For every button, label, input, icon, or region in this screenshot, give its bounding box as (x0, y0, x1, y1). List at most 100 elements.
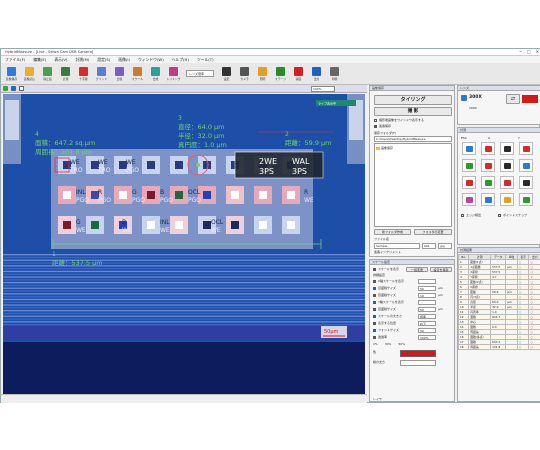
tb1-button-9[interactable]: トリミング (165, 64, 182, 84)
menu-window[interactable]: ウィンドウ(W) (138, 57, 164, 63)
minimize-button[interactable]: ─ (519, 49, 521, 54)
tb2-button-4[interactable]: 録画 (290, 64, 307, 84)
menu-file[interactable]: ファイル(F) (5, 57, 25, 63)
scale-row-value-6[interactable]: 右下 (418, 321, 436, 326)
menu-help[interactable]: ヘルプ(H) (172, 57, 189, 63)
tiling-button[interactable]: タイリング (374, 95, 452, 105)
show-scale-checkbox[interactable] (373, 268, 376, 271)
filename-field[interactable]: Sample (374, 243, 420, 249)
distance-tool-icon[interactable] (481, 142, 495, 155)
tb1-button-2[interactable]: 静止画 (39, 64, 56, 84)
lens-switch-button[interactable]: ⇄ (506, 94, 520, 104)
tab-x[interactable]: X (488, 136, 490, 140)
number-field[interactable]: 001 (422, 243, 436, 249)
tb2-button-1[interactable]: カメラ (236, 64, 253, 84)
extension-select[interactable]: jpg (438, 243, 452, 249)
angle-tool-icon[interactable] (500, 142, 514, 155)
line-tool-icon[interactable] (462, 142, 476, 155)
arc-tool-icon[interactable] (462, 176, 476, 189)
tb1-button-1[interactable]: 画像読込 (21, 64, 38, 84)
scale-row-value-0[interactable] (418, 279, 436, 284)
scale-row-value-7[interactable]: 50 (418, 328, 436, 333)
menu-edit[interactable]: 編集(E) (33, 57, 46, 63)
tab-y[interactable]: Y (518, 136, 520, 140)
tb2-button-6[interactable]: 印刷 (326, 64, 343, 84)
tb1-label-8: 合成 (152, 76, 159, 81)
scale-row-checkbox-6[interactable] (373, 322, 376, 325)
capture-button[interactable]: 撮 影 (374, 107, 452, 116)
tb2-button-3[interactable]: ステージ (272, 64, 289, 84)
tb1-button-4[interactable]: 十字線 (75, 64, 92, 84)
counter-tool-icon[interactable] (462, 193, 476, 206)
menu-settings[interactable]: 設定(S) (97, 57, 110, 63)
folder-path-field[interactable]: C:\Users\Desktop\HybridMeasure (374, 136, 452, 142)
tab-esc[interactable]: ESC (461, 136, 467, 140)
circle-tool-icon[interactable] (519, 142, 533, 155)
show-after-capture-checkbox[interactable] (374, 119, 377, 122)
new-folder-button[interactable]: 新フォルダ作成 (374, 229, 411, 235)
maximize-button[interactable]: □ (527, 49, 531, 54)
marker-tool-icon[interactable] (500, 193, 514, 206)
ruler-tool-icon[interactable] (519, 176, 533, 189)
scale-row-value-8[interactable]: 100% (418, 335, 436, 340)
thickness-field[interactable] (400, 360, 436, 366)
tb1-button-7[interactable]: スケール (129, 64, 146, 84)
edge-detect-checkbox[interactable] (461, 214, 464, 217)
point-snap-checkbox[interactable] (498, 214, 501, 217)
polygon-tool-icon[interactable] (481, 159, 495, 172)
scale-row-value-3[interactable] (418, 300, 436, 305)
folder-tree-item[interactable]: 画像保存 (381, 146, 393, 150)
table-row[interactable]: 18 周囲長 101.8 ○ ○ (458, 344, 540, 350)
scale-row-checkbox-5[interactable] (373, 315, 376, 318)
tb2-button-5[interactable]: 出力 (308, 64, 325, 84)
save-settings-button[interactable]: 設定を保存 (430, 267, 452, 272)
scale-row-value-5[interactable]: 標準 (418, 314, 436, 319)
folder-tree[interactable]: 画像保存 (374, 143, 452, 227)
image-toolbar: 100% (1, 85, 367, 93)
snapshot-icon[interactable] (19, 86, 24, 91)
tb1-button-5[interactable]: グリッド (93, 64, 110, 84)
point-tool-icon[interactable] (519, 159, 533, 172)
tb1-button-8[interactable]: 合成 (147, 64, 164, 84)
scale-row-checkbox-0[interactable] (373, 280, 376, 283)
menu-tools[interactable]: ツール(T) (197, 57, 214, 63)
play-icon[interactable] (3, 86, 8, 91)
tb2-button-0[interactable]: 設定 (218, 64, 235, 84)
tb1-button-3[interactable]: 計測 (57, 64, 74, 84)
scale-row-checkbox-4[interactable] (373, 308, 376, 311)
menu-measure[interactable]: 計測(M) (75, 57, 89, 63)
lens-select[interactable]: レンズ倍率 (186, 70, 214, 77)
scale-row-checkbox-1[interactable] (373, 287, 376, 290)
scale-color-swatch[interactable] (400, 350, 436, 357)
scale-row-checkbox-7[interactable] (373, 329, 376, 332)
scale-row-value-2[interactable]: 10 (418, 293, 436, 298)
scale-row-value-4[interactable]: 50 (418, 307, 436, 312)
batch-change-button[interactable]: 一括変更 (406, 267, 428, 272)
arrow-tool-icon[interactable] (500, 176, 514, 189)
results-table[interactable]: No. 計測 データ 単位 表示 出力 1 距離(1点) ○ ○ 2 1点面積 537.5 μm ○ ○ 3 X… (458, 254, 540, 350)
scale-row-checkbox-2[interactable] (373, 294, 376, 297)
auto-number-checkbox[interactable] (374, 125, 377, 128)
change-folder-button[interactable]: フォルダの変更 (414, 229, 452, 235)
zoom-combo[interactable]: 100% (311, 86, 335, 92)
radio-3[interactable]: 50% (398, 342, 405, 346)
scale-row-checkbox-8[interactable] (373, 336, 376, 339)
close-button[interactable]: ✕ (536, 49, 539, 54)
pen-tool-icon[interactable] (481, 193, 495, 206)
camera-image-view[interactable]: WE TRO WE TRO WE PGO INL PGO R PGO G PGO B PGO OCL PGO R… (3, 94, 365, 394)
radio-1[interactable]: 1% (373, 342, 378, 346)
tb1-button-6[interactable]: 比較 (111, 64, 128, 84)
text-tool-icon[interactable] (500, 159, 514, 172)
radio-2[interactable]: 30% (385, 342, 392, 346)
menu-image[interactable]: 画像(I) (118, 57, 130, 63)
scale-row-checkbox-3[interactable] (373, 301, 376, 304)
area-tool-icon[interactable] (481, 176, 495, 189)
menu-view[interactable]: 表示(V) (54, 57, 67, 63)
erase-tool-icon[interactable] (519, 193, 533, 206)
capture-panel-title: 画像保存 (370, 86, 454, 91)
tb2-button-2[interactable]: 照明 (254, 64, 271, 84)
tb1-button-0[interactable]: 画像保存 (3, 64, 20, 84)
rect-tool-icon[interactable] (462, 159, 476, 172)
scale-row-value-1[interactable]: 50 (418, 286, 436, 291)
pause-icon[interactable] (11, 86, 16, 91)
